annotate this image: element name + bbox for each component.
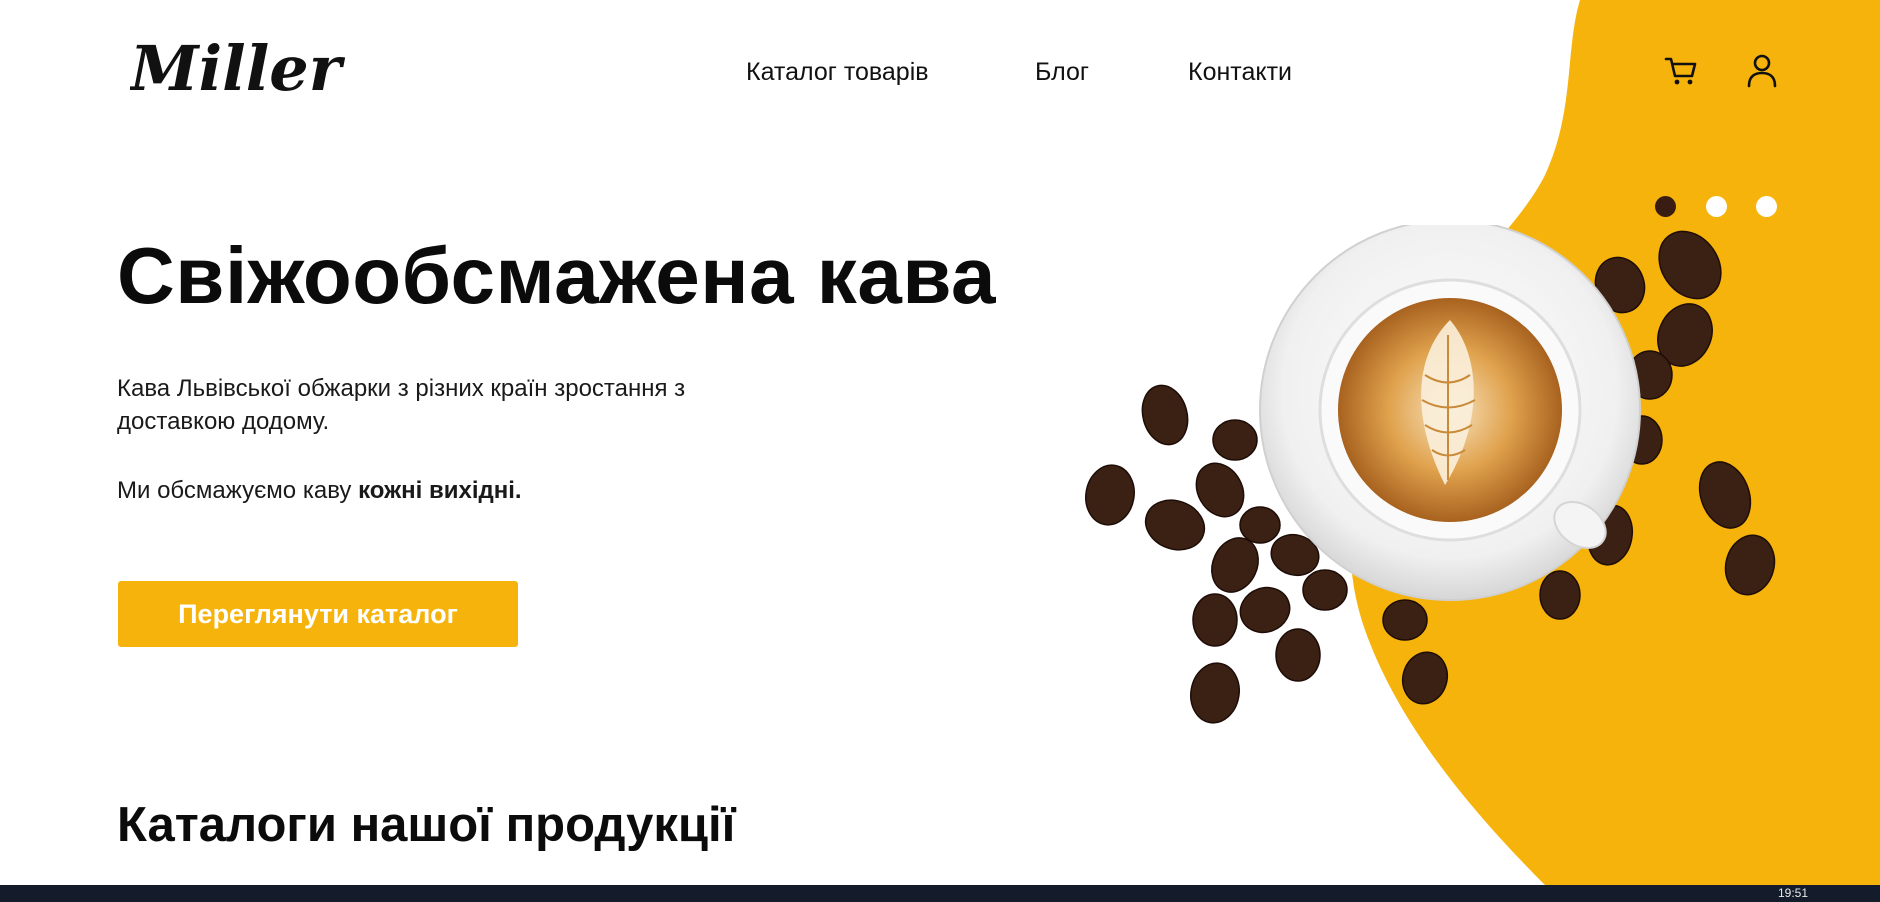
nav-item-contacts[interactable]: Контакти: [1188, 58, 1292, 87]
user-button[interactable]: [1742, 50, 1782, 90]
view-catalog-button[interactable]: Переглянути каталог: [118, 581, 518, 647]
slider-dot-1[interactable]: [1655, 196, 1676, 217]
os-taskbar: 19:51: [0, 885, 1880, 902]
hero-note-text: Ми обсмажуємо каву: [117, 477, 359, 504]
hero-note-bold: кожні вихідні.: [358, 477, 522, 504]
cart-icon: [1664, 57, 1697, 85]
page: Miller Каталог товарів Блог Контакти Сві…: [0, 0, 1880, 885]
main-nav: Каталог товарів Блог Контакти: [0, 58, 1880, 88]
slider-dot-2[interactable]: [1706, 196, 1727, 217]
coffee-cup-image: [1085, 225, 1776, 724]
hero-note: Ми обсмажуємо каву кожні вихідні.: [117, 477, 522, 505]
cart-button[interactable]: [1661, 50, 1701, 90]
nav-item-blog[interactable]: Блог: [1035, 58, 1089, 87]
user-icon: [1747, 54, 1777, 88]
catalog-section-title: Каталоги нашої продукції: [117, 798, 736, 852]
hero-title: Свіжообсмажена кава: [117, 231, 996, 320]
taskbar-clock: 19:51: [1777, 886, 1808, 900]
slider-dot-3[interactable]: [1756, 196, 1777, 217]
hero-description: Кава Львівської обжарки з різних країн з…: [117, 375, 686, 435]
nav-item-catalog[interactable]: Каталог товарів: [746, 58, 929, 87]
